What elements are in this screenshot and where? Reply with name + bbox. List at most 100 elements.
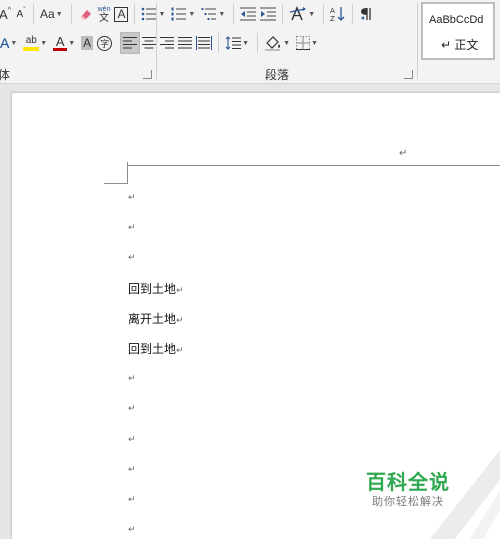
document-line[interactable]: 回到土地↵	[128, 280, 184, 297]
phonetic-guide-button[interactable]: wén 文	[96, 3, 113, 25]
chevron-down-icon: ▼	[242, 39, 250, 47]
decrease-indent-button[interactable]	[238, 3, 258, 25]
chevron-down-icon: ▼	[188, 10, 196, 18]
line-spacing-icon	[225, 36, 242, 50]
highlight-color-swatch	[23, 46, 40, 51]
watermark-subtitle: 助你轻松解决	[372, 495, 444, 508]
header-divider	[127, 165, 500, 166]
chevron-down-icon: ▼	[55, 10, 63, 18]
bullets-button[interactable]: ▼	[139, 3, 169, 25]
paragraph-mark: ↵	[128, 253, 136, 263]
group-separator	[417, 3, 418, 79]
line-spacing-button[interactable]: ▼	[223, 32, 253, 54]
chevron-down-icon: ▼	[158, 10, 166, 18]
multilevel-list-button[interactable]: ▼	[199, 3, 229, 25]
paragraph-mark: ↵	[128, 193, 136, 203]
separator	[282, 4, 284, 24]
justify-button[interactable]	[176, 32, 194, 54]
empty-line[interactable]: ↵	[128, 370, 136, 384]
empty-line[interactable]: ↵	[128, 400, 136, 414]
separator	[323, 4, 325, 24]
increase-indent-icon	[260, 7, 277, 21]
paragraph-mark: ↵	[128, 525, 136, 535]
paragraph-mark: ↵	[176, 346, 184, 356]
paragraph-mark: ↵	[176, 316, 184, 326]
pilcrow-icon	[361, 8, 371, 20]
document-line[interactable]: 离开土地↵	[128, 310, 184, 327]
eraser-icon	[80, 10, 91, 20]
align-right-button[interactable]	[158, 32, 176, 54]
chevron-down-icon: ▼	[40, 39, 48, 47]
sort-az-icon: AZ	[330, 7, 345, 22]
style-normal-tile[interactable]: AaBbCcDd ↵ 正文	[421, 2, 495, 60]
show-hide-marks-button[interactable]	[357, 3, 375, 25]
empty-line[interactable]: ↵	[128, 219, 136, 233]
header-paragraph-mark: ↵	[399, 148, 408, 159]
group-separator	[156, 3, 157, 79]
chevron-down-icon: ▼	[308, 10, 316, 18]
empty-line[interactable]: ↵	[128, 491, 136, 505]
margin-corner-mark	[127, 162, 128, 184]
separator	[33, 4, 34, 24]
distributed-button[interactable]	[194, 32, 214, 54]
numbering-button[interactable]: ▼	[169, 3, 199, 25]
chevron-down-icon: ▼	[311, 39, 318, 47]
font-dialog-launcher-icon[interactable]	[143, 70, 152, 79]
style-sample-text: AaBbCcDd	[429, 14, 484, 26]
enclose-characters-button[interactable]: 字	[95, 32, 114, 54]
font-color-swatch	[53, 47, 68, 51]
numbered-list-icon	[171, 7, 187, 21]
multilevel-list-icon	[201, 8, 217, 20]
asian-layout-icon	[290, 6, 307, 21]
ribbon: A ^ Aˇ Aa ▼ wén 文 A ▼ ▼ ▼ ▼ A Z A ▼ ab ▼…	[0, 0, 500, 84]
increase-indent-button[interactable]	[258, 3, 278, 25]
paragraph-mark: ↵	[128, 465, 136, 475]
align-center-icon	[142, 37, 157, 49]
character-shading-button[interactable]: A	[79, 32, 95, 54]
align-left-icon	[123, 37, 138, 49]
paragraph-mark: ↵	[128, 495, 136, 505]
change-case-button[interactable]: Aa ▼	[38, 3, 67, 25]
svg-text:A: A	[330, 7, 335, 15]
paragraph-mark: ↵	[128, 404, 136, 414]
separator	[352, 4, 354, 24]
margin-corner-mark	[104, 183, 128, 184]
borders-icon	[296, 36, 311, 50]
empty-line[interactable]: ↵	[128, 461, 136, 475]
align-left-button[interactable]	[120, 32, 141, 54]
empty-line[interactable]: ↵	[128, 521, 136, 535]
shrink-font-button[interactable]: Aˇ	[13, 3, 29, 25]
grow-font-button[interactable]: A ^	[0, 3, 13, 25]
highlight-color-button[interactable]: ab ▼	[21, 32, 51, 54]
paint-bucket-icon	[265, 36, 281, 51]
document-line[interactable]: 回到土地↵	[128, 340, 184, 357]
line-text: 回到土地	[128, 342, 177, 356]
paragraph-mark: ↵	[128, 435, 136, 445]
paragraph-dialog-launcher-icon[interactable]	[404, 70, 413, 79]
separator	[233, 4, 235, 24]
line-text: 回到土地	[128, 282, 177, 296]
separator	[70, 4, 72, 24]
asian-layout-button[interactable]: ▼	[287, 3, 319, 25]
empty-line[interactable]: ↵	[128, 249, 136, 263]
paragraph-group-label: 段落	[265, 68, 290, 82]
sort-button[interactable]: AZ	[328, 3, 348, 25]
paragraph-mark: ↵	[128, 374, 136, 384]
line-text: 离开土地	[128, 312, 177, 326]
align-right-icon	[160, 37, 175, 49]
font-color-button[interactable]: A ▼	[51, 32, 79, 54]
clear-formatting-button[interactable]	[76, 3, 96, 25]
chevron-down-icon: ▼	[10, 39, 18, 47]
borders-button[interactable]: ▼	[294, 32, 322, 54]
separator	[257, 33, 259, 53]
ribbon-row-2: A ▼ ab ▼ A ▼ A 字 ▼ ▼ ▼	[0, 31, 322, 55]
separator	[218, 33, 220, 53]
distributed-icon	[196, 36, 213, 50]
character-border-button[interactable]: A	[112, 3, 130, 25]
paragraph-mark: ↵	[176, 286, 184, 296]
paragraph-mark: ↵	[128, 223, 136, 233]
empty-line[interactable]: ↵	[128, 431, 136, 445]
shading-button[interactable]: ▼	[262, 32, 294, 54]
empty-line[interactable]: ↵	[128, 189, 136, 203]
text-effects-button[interactable]: A ▼	[0, 32, 21, 54]
